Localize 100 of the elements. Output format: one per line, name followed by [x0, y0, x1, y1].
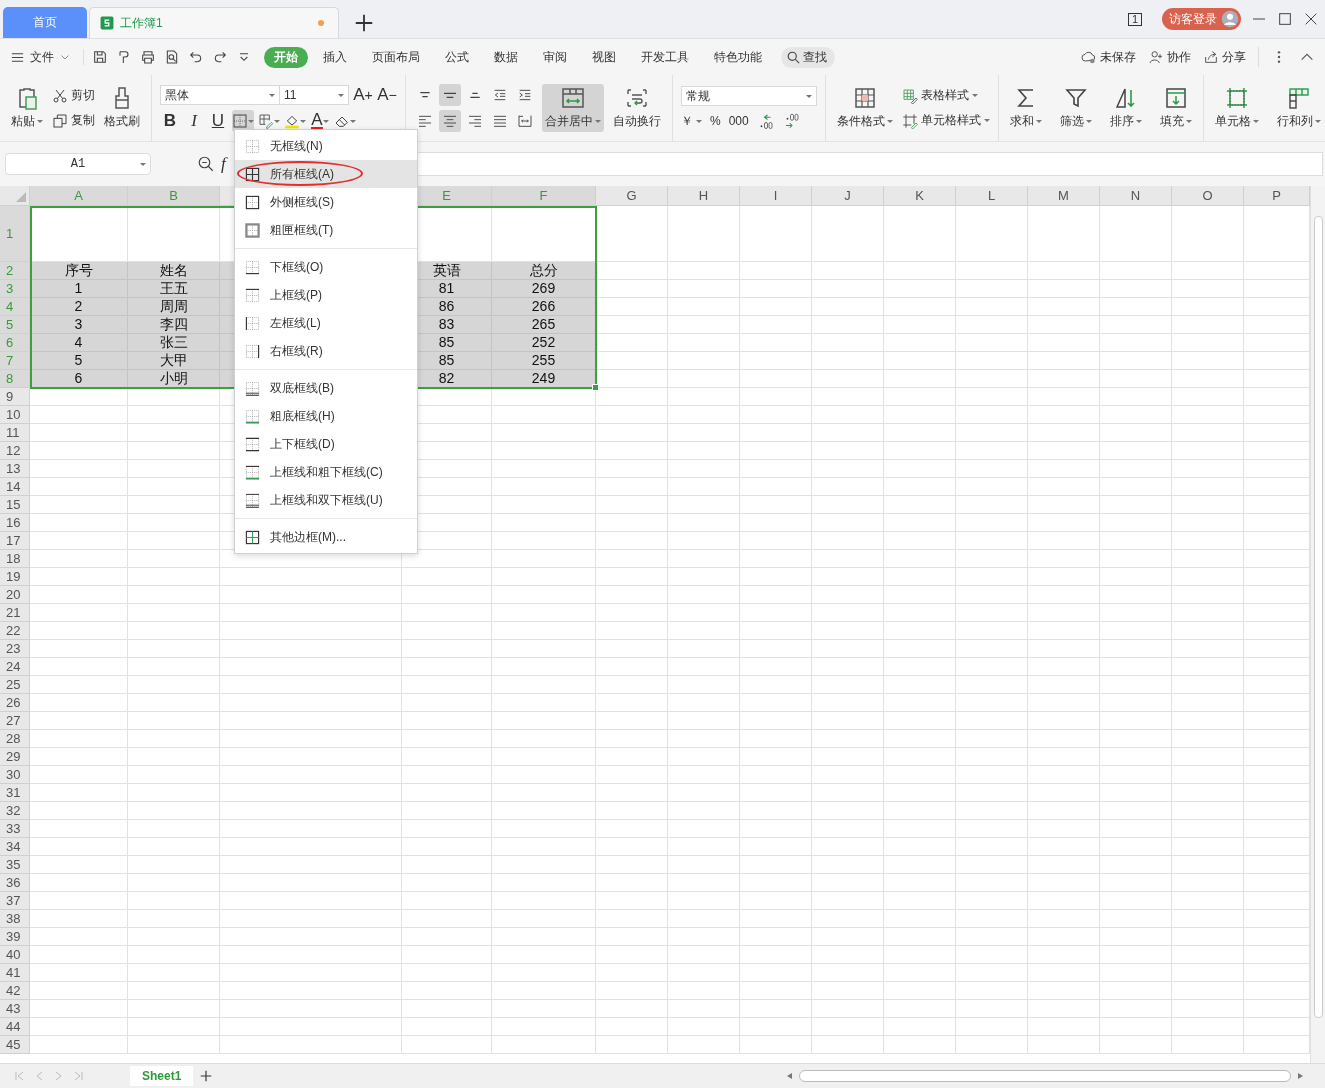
ribbon-tab[interactable]: 插入: [313, 46, 357, 68]
row-header[interactable]: 30: [0, 766, 30, 784]
toolbar-action[interactable]: 分享: [1203, 48, 1246, 66]
font-size-dropdown[interactable]: 11: [279, 85, 349, 105]
ribbon-button[interactable]: 合并居中: [542, 84, 604, 132]
ribbon-button[interactable]: 单元格: [1212, 84, 1262, 132]
row-header[interactable]: 10: [0, 406, 30, 424]
function-label[interactable]: f: [221, 154, 226, 174]
ribbon-button[interactable]: 格式刷: [101, 84, 143, 132]
column-header[interactable]: G: [596, 186, 668, 206]
row-header[interactable]: 29: [0, 748, 30, 766]
row-header[interactable]: 13: [0, 460, 30, 478]
row-header[interactable]: 22: [0, 622, 30, 640]
row-header[interactable]: 44: [0, 1018, 30, 1036]
underline-button[interactable]: U: [208, 110, 228, 132]
ribbon-button[interactable]: 筛选: [1057, 84, 1095, 132]
row-header[interactable]: 17: [0, 532, 30, 550]
row-header[interactable]: 9: [0, 388, 30, 406]
row-header[interactable]: 24: [0, 658, 30, 676]
column-header[interactable]: N: [1100, 186, 1172, 206]
menu-item[interactable]: 上下框线(D): [235, 430, 417, 458]
currency-button[interactable]: ￥: [681, 112, 702, 130]
menu-item[interactable]: 上框线和双下框线(U): [235, 486, 417, 514]
row-header[interactable]: 34: [0, 838, 30, 856]
cell-style-button[interactable]: 单元格样式: [902, 112, 990, 129]
name-box[interactable]: A1: [5, 153, 151, 175]
row-header[interactable]: 38: [0, 910, 30, 928]
file-menu[interactable]: 文件: [10, 48, 71, 66]
row-header[interactable]: 33: [0, 820, 30, 838]
ribbon-tab[interactable]: 特色功能: [704, 46, 772, 68]
row-header[interactable]: 41: [0, 964, 30, 982]
ribbon-button[interactable]: 填充: [1157, 84, 1195, 132]
row-header[interactable]: 37: [0, 892, 30, 910]
row-header[interactable]: 15: [0, 496, 30, 514]
search-button[interactable]: 查找: [781, 46, 835, 68]
row-header[interactable]: 43: [0, 1000, 30, 1018]
column-header[interactable]: L: [956, 186, 1028, 206]
italic-button[interactable]: I: [184, 110, 204, 132]
menu-item[interactable]: 粗底框线(H): [235, 402, 417, 430]
menu-item[interactable]: 其他边框(M)...: [235, 523, 417, 551]
table-cell: 张三: [128, 334, 220, 352]
row-header[interactable]: 21: [0, 604, 30, 622]
column-header[interactable]: O: [1172, 186, 1244, 206]
row-header[interactable]: 11: [0, 424, 30, 442]
toolbar-action[interactable]: 未保存: [1081, 48, 1136, 66]
row-header[interactable]: 42: [0, 982, 30, 1000]
ribbon-button[interactable]: 粘贴: [8, 84, 46, 132]
cut-button[interactable]: 剪切: [52, 87, 95, 104]
thousands-button[interactable]: 000: [728, 114, 749, 128]
login-button[interactable]: 访客登录: [1162, 8, 1241, 30]
row-header[interactable]: 23: [0, 640, 30, 658]
row-header[interactable]: 31: [0, 784, 30, 802]
row-header[interactable]: 28: [0, 730, 30, 748]
column-header[interactable]: I: [740, 186, 812, 206]
row-header[interactable]: 18: [0, 550, 30, 568]
row-header[interactable]: 14: [0, 478, 30, 496]
font-dropdown[interactable]: 黑体: [160, 85, 280, 105]
copy-button[interactable]: 复制: [52, 112, 95, 129]
ribbon-button[interactable]: 条件格式: [834, 84, 896, 132]
ribbon-button[interactable]: 求和: [1007, 84, 1045, 132]
ribbon-button[interactable]: 排序: [1107, 84, 1145, 132]
table-style-button[interactable]: 表格样式: [902, 87, 990, 104]
document-tab[interactable]: 工作簿1: [89, 7, 339, 38]
row-header[interactable]: 40: [0, 946, 30, 964]
ribbon-tab[interactable]: 审阅: [533, 46, 577, 68]
column-header[interactable]: J: [812, 186, 884, 206]
ribbon-tab[interactable]: 公式: [435, 46, 479, 68]
row-header[interactable]: 12: [0, 442, 30, 460]
row-header[interactable]: 32: [0, 802, 30, 820]
sheet-tab[interactable]: Sheet1: [130, 1066, 194, 1086]
row-header[interactable]: 36: [0, 874, 30, 892]
table-cell: 4: [30, 334, 128, 352]
ribbon-tab[interactable]: 页面布局: [362, 46, 430, 68]
row-header[interactable]: 45: [0, 1036, 30, 1054]
menu-item[interactable]: 上框线和粗下框线(C): [235, 458, 417, 486]
row-header[interactable]: 20: [0, 586, 30, 604]
row-header[interactable]: 16: [0, 514, 30, 532]
ribbon-button[interactable]: 自动换行: [610, 84, 664, 132]
number-format-dropdown[interactable]: 常规: [681, 86, 817, 106]
column-header[interactable]: K: [884, 186, 956, 206]
ribbon-button[interactable]: 行和列: [1274, 84, 1324, 132]
ribbon-tab[interactable]: 开发工具: [631, 46, 699, 68]
row-header[interactable]: 27: [0, 712, 30, 730]
menu-item[interactable]: 所有框线(A): [235, 160, 417, 188]
row-header[interactable]: 39: [0, 928, 30, 946]
ribbon-tab[interactable]: 视图: [582, 46, 626, 68]
column-header[interactable]: H: [668, 186, 740, 206]
percent-button[interactable]: %: [710, 114, 721, 128]
row-header[interactable]: 26: [0, 694, 30, 712]
bold-button[interactable]: B: [160, 110, 180, 132]
column-header[interactable]: M: [1028, 186, 1100, 206]
row-header[interactable]: 25: [0, 676, 30, 694]
ribbon-tab[interactable]: 数据: [484, 46, 528, 68]
row-header[interactable]: 19: [0, 568, 30, 586]
menu-item[interactable]: 粗匣框线(T): [235, 216, 417, 244]
toolbar-action[interactable]: 协作: [1148, 48, 1191, 66]
column-header[interactable]: P: [1244, 186, 1310, 206]
menu-item[interactable]: 无框线(N): [235, 132, 417, 160]
window-count[interactable]: 1: [1127, 12, 1142, 26]
row-header[interactable]: 35: [0, 856, 30, 874]
